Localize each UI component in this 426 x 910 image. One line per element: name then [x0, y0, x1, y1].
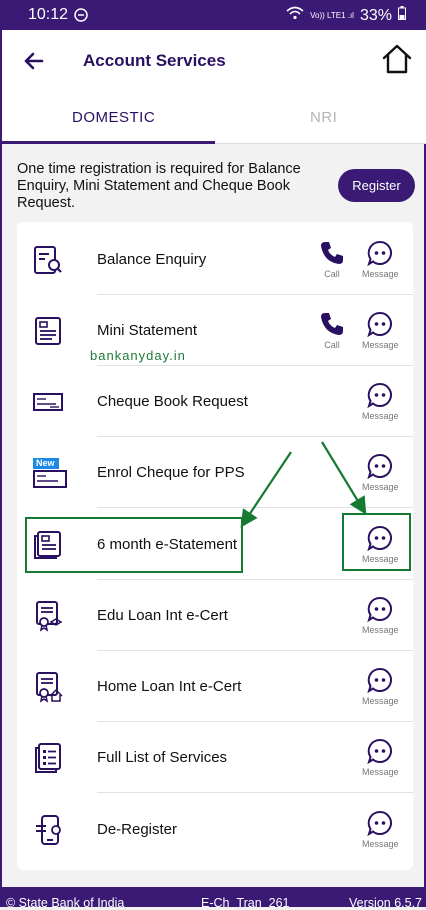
call-label: Call	[324, 340, 340, 350]
item-label: Enrol Cheque for PPS	[97, 464, 245, 481]
app-bar: Account Services	[2, 30, 426, 92]
message-label: Message	[362, 340, 399, 350]
battery-icon	[398, 6, 406, 25]
list-item-edu-loan-cert[interactable]: Edu Loan Int e-Cert Message	[17, 580, 413, 651]
list-item-enrol-cheque-pps[interactable]: New Enrol Cheque for PPS Message	[17, 437, 413, 508]
new-badge: New	[36, 458, 55, 468]
message-bubble-icon	[367, 596, 392, 622]
message-bubble-icon	[367, 382, 392, 408]
app-frame: 10:12 Vo)) LTE1 .ıl 33% Account Services…	[0, 0, 426, 910]
message-button[interactable]: Message	[362, 738, 399, 777]
de-register-icon	[32, 814, 64, 846]
highlight-box-message	[342, 513, 411, 571]
sync-icon	[74, 8, 88, 27]
message-label: Message	[362, 696, 399, 706]
page-title: Account Services	[83, 51, 226, 70]
edu-loan-icon	[32, 600, 64, 632]
item-label: Full List of Services	[97, 749, 228, 766]
item-label: Cheque Book Request	[97, 393, 248, 410]
wifi-icon	[286, 6, 304, 25]
list-item-full-list[interactable]: Full List of Services Message	[17, 722, 413, 793]
phone-icon	[321, 313, 343, 335]
footer-channel: E-Ch_Tran_261	[201, 896, 290, 910]
call-button[interactable]: Call	[314, 311, 350, 350]
list-item-mini-statement[interactable]: Mini Statement Call Message	[17, 295, 413, 366]
footer-bar: © State Bank of India E-Ch_Tran_261 Vers…	[2, 887, 426, 910]
phone-icon	[321, 242, 343, 264]
message-label: Message	[362, 625, 399, 635]
battery-percent: 33%	[359, 6, 392, 24]
footer-copyright: © State Bank of India	[6, 896, 125, 910]
item-label: Balance Enquiry	[97, 251, 207, 268]
message-bubble-icon	[367, 667, 392, 693]
signal-indicator: Vo)) LTE1 .ıl	[310, 10, 354, 20]
tab-domestic[interactable]: DOMESTIC	[72, 109, 155, 126]
message-label: Message	[362, 767, 399, 777]
list-item-home-loan-cert[interactable]: Home Loan Int e-Cert Message	[17, 651, 413, 722]
footer-version: Version 6.5.7	[349, 896, 422, 910]
message-bubble-icon	[367, 738, 392, 764]
message-bubble-icon	[367, 453, 392, 479]
register-button[interactable]: Register	[338, 169, 415, 202]
list-item-balance-enquiry[interactable]: Balance Enquiry Call Message	[17, 224, 413, 295]
status-bar: 10:12 Vo)) LTE1 .ıl 33%	[2, 0, 426, 30]
item-label: Edu Loan Int e-Cert	[97, 607, 228, 624]
list-item-de-register[interactable]: De-Register Message	[17, 794, 413, 865]
message-button[interactable]: Message	[362, 596, 399, 635]
status-time: 10:12	[28, 6, 69, 23]
item-label: De-Register	[97, 821, 178, 838]
call-button[interactable]: Call	[314, 240, 350, 279]
message-button[interactable]: Message	[362, 453, 399, 492]
tab-divider	[215, 143, 426, 144]
cheque-book-icon	[32, 386, 64, 418]
message-button[interactable]: Message	[362, 667, 399, 706]
message-button[interactable]: Message	[362, 311, 399, 350]
message-label: Message	[362, 269, 399, 279]
message-bubble-icon	[367, 311, 392, 337]
highlight-box-e-statement	[25, 517, 243, 573]
registration-notice: One time registration is required for Ba…	[17, 161, 301, 211]
message-label: Message	[362, 482, 399, 492]
active-tab-indicator	[2, 141, 215, 144]
full-list-icon	[32, 742, 64, 774]
message-button[interactable]: Message	[362, 810, 399, 849]
home-icon[interactable]	[380, 42, 414, 76]
message-button[interactable]: Message	[362, 240, 399, 279]
message-bubble-icon	[367, 810, 392, 836]
enrol-cheque-icon: New	[32, 457, 67, 489]
balance-enquiry-icon	[32, 244, 64, 276]
message-label: Message	[362, 839, 399, 849]
back-arrow-icon[interactable]	[20, 46, 50, 76]
home-loan-icon	[32, 671, 64, 703]
item-label: Mini Statement	[97, 322, 198, 339]
message-label: Message	[362, 411, 399, 421]
watermark-text: bankanyday.in	[90, 348, 186, 363]
call-label: Call	[324, 269, 340, 279]
item-label: Home Loan Int e-Cert	[97, 678, 242, 695]
list-item-cheque-book-request[interactable]: Cheque Book Request Message	[17, 366, 413, 437]
mini-statement-icon	[32, 315, 64, 347]
tab-nri[interactable]: NRI	[310, 109, 337, 126]
tab-bar: DOMESTIC NRI	[2, 92, 426, 144]
message-button[interactable]: Message	[362, 382, 399, 421]
message-bubble-icon	[367, 240, 392, 266]
